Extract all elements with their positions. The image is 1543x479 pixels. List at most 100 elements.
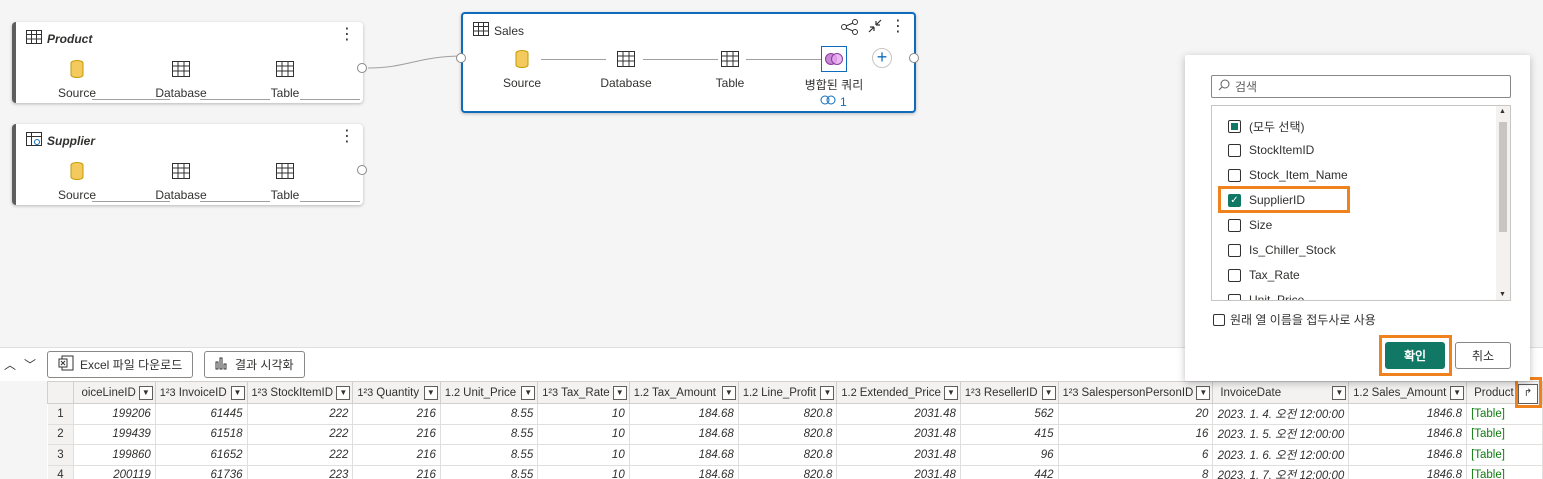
checkbox[interactable] (1228, 268, 1241, 282)
scrollbar[interactable]: ▲ ▼ (1496, 106, 1510, 300)
output-port[interactable] (909, 53, 919, 63)
checklist-item-size[interactable]: Size (1228, 218, 1272, 232)
cancel-button[interactable]: 취소 (1455, 342, 1511, 369)
step-database[interactable]: Database (586, 48, 666, 90)
checkbox[interactable] (1228, 243, 1241, 257)
output-port[interactable] (357, 63, 367, 73)
query-card-sales[interactable]: Sales ⋮ Source Database Table 병합된 쿼리 1 + (456, 12, 919, 113)
checklist-item-stockitemid[interactable]: StockItemID (1228, 143, 1314, 157)
scroll-up-icon[interactable]: ▲ (1499, 108, 1506, 115)
checklist-item-tax-rate[interactable]: Tax_Rate (1228, 268, 1300, 282)
column-header[interactable]: 1.2 Extended_Price ▼ (836, 381, 961, 404)
chevron-down-icon[interactable]: ▼ (138, 385, 153, 400)
chevron-down-icon[interactable]: ▼ (1332, 385, 1347, 400)
column-header[interactable]: 1.2 Unit_Price ▼ (439, 381, 539, 404)
chevron-down-icon[interactable]: ▼ (230, 385, 245, 400)
chevron-down-icon[interactable]: ▼ (336, 385, 351, 400)
chevron-down-icon[interactable]: ▼ (521, 385, 536, 400)
column-header[interactable]: 1²3 ResellerID ▼ (959, 381, 1059, 404)
step-table[interactable]: Table (690, 48, 770, 90)
more-options-icon[interactable]: ⋮ (339, 129, 355, 145)
collapse-icon[interactable] (867, 18, 883, 37)
query-card-supplier[interactable]: Supplier ⋮ Source Database Table (12, 124, 367, 205)
scrollbar-thumb[interactable] (1499, 122, 1507, 232)
checklist-item-select-all[interactable]: (모두 선택) (1228, 118, 1305, 135)
table-cell[interactable]: [Table] (1466, 424, 1543, 445)
column-header[interactable]: 1.2 Tax_Amount ▼ (628, 381, 739, 404)
chevron-down-icon[interactable]: ▼ (1041, 385, 1056, 400)
chevron-down-icon[interactable]: ▼ (612, 385, 627, 400)
column-header[interactable]: 1²3 Tax_Rate ▼ (537, 381, 630, 404)
checkbox[interactable] (1228, 218, 1241, 232)
checkbox[interactable] (1213, 313, 1225, 326)
column-name: InvoiceDate (1220, 386, 1282, 399)
step-database[interactable]: Database (141, 58, 221, 100)
table-row[interactable]: 1 199206 61445 222 216 8.55 10 184.68 820.8 2031.… (47, 403, 1543, 425)
column-header[interactable]: 1.2 Line_Profit ▼ (737, 381, 838, 404)
query-card-product[interactable]: Product ⋮ Source Database Table (12, 22, 367, 103)
link-count[interactable]: 1 (820, 94, 847, 109)
chevron-down-icon[interactable]: ▼ (1450, 385, 1465, 400)
column-header[interactable]: oiceLineID ▼ (73, 381, 156, 404)
column-header[interactable]: InvoiceDate ▼ (1212, 381, 1350, 404)
item-label: Stock_Item_Name (1249, 168, 1348, 182)
prefix-option[interactable]: 원래 열 이름을 접두사로 사용 (1213, 311, 1376, 328)
more-options-icon[interactable]: ⋮ (339, 27, 355, 43)
chevron-down-icon[interactable]: ▼ (820, 385, 835, 400)
step-table[interactable]: Table (245, 160, 325, 202)
step-merged-queries[interactable]: 병합된 쿼리 (794, 46, 874, 93)
table-row[interactable]: 3 199860 61652 222 216 8.55 10 184.68 820.8 2031.… (47, 444, 1543, 466)
item-label: Is_Chiller_Stock (1249, 243, 1336, 257)
column-header[interactable]: 1²3 StockItemID ▼ (246, 381, 354, 404)
search-box[interactable]: 검색 (1211, 75, 1511, 98)
table-cell: 20 (1058, 403, 1214, 425)
table-cell: 562 (960, 403, 1059, 425)
add-step-button[interactable]: + (872, 48, 892, 68)
step-label: Table (270, 188, 300, 202)
step-source[interactable]: Source (482, 48, 562, 90)
step-database[interactable]: Database (141, 160, 221, 202)
chevron-down-icon[interactable]: ▼ (1196, 385, 1211, 400)
merge-icon (794, 46, 874, 72)
checklist-item-unit-price[interactable]: Unit_Price (1228, 293, 1304, 300)
chevron-up-icon[interactable]: ︿ (4, 356, 16, 373)
expand-columns-popup: 검색 (모두 선택) StockItemID Stock_Item_Name ✓… (1185, 55, 1530, 381)
table-cell[interactable]: [Table] (1466, 444, 1543, 466)
table-cell: 2023. 1. 4. 오전 12:00:00 (1212, 403, 1350, 425)
checkbox-indeterminate[interactable] (1228, 120, 1241, 133)
step-source[interactable]: Source (37, 58, 117, 100)
chevron-down-icon[interactable]: ﹀ (24, 356, 36, 373)
step-label: Database (600, 76, 652, 90)
checkbox[interactable] (1228, 293, 1241, 300)
chevron-down-icon[interactable]: ▼ (943, 385, 958, 400)
checklist-item-is-chiller-stock[interactable]: Is_Chiller_Stock (1228, 243, 1336, 257)
table-icon (586, 48, 666, 70)
visualize-results-button[interactable]: 결과 시각화 (204, 351, 305, 378)
table-cell: 184.68 (629, 403, 739, 425)
column-name: Unit_Price (463, 386, 517, 399)
column-header[interactable]: 1²3 InvoiceID ▼ (154, 381, 248, 404)
checkbox[interactable] (1228, 168, 1241, 182)
column-type-icon: 1²3 (1062, 386, 1079, 399)
more-options-icon[interactable]: ⋮ (890, 19, 906, 35)
scroll-down-icon[interactable]: ▼ (1499, 291, 1506, 298)
column-header[interactable]: 1²3 Quantity ▼ (352, 381, 441, 404)
checkbox[interactable] (1228, 143, 1241, 157)
lineage-icon[interactable] (841, 19, 859, 38)
column-type-icon: 1.2 (841, 386, 857, 399)
chevron-down-icon[interactable]: ▼ (423, 385, 438, 400)
column-header[interactable]: 1.2 Sales_Amount ▼ (1348, 381, 1468, 404)
table-cell[interactable]: [Table] (1466, 465, 1543, 479)
input-port[interactable] (456, 53, 466, 63)
step-table[interactable]: Table (245, 58, 325, 100)
output-port[interactable] (357, 165, 367, 175)
chevron-down-icon[interactable]: ▼ (721, 385, 736, 400)
checklist-item-stock-item-name[interactable]: Stock_Item_Name (1228, 168, 1348, 182)
table-row[interactable]: 4 200119 61736 223 216 8.55 10 184.68 820.8 2031.… (47, 465, 1543, 479)
data-preview-grid: oiceLineID ▼ 1²3 InvoiceID ▼ 1²3 StockItemID ▼ 1… (47, 381, 1543, 479)
table-cell: 2031.48 (836, 424, 961, 445)
download-excel-button[interactable]: Excel 파일 다운로드 (47, 351, 194, 378)
table-row[interactable]: 2 199439 61518 222 216 8.55 10 184.68 820.8 2031.… (47, 424, 1543, 445)
column-header[interactable]: 1²3 SalespersonPersonID ▼ (1057, 381, 1214, 404)
step-source[interactable]: Source (37, 160, 117, 202)
